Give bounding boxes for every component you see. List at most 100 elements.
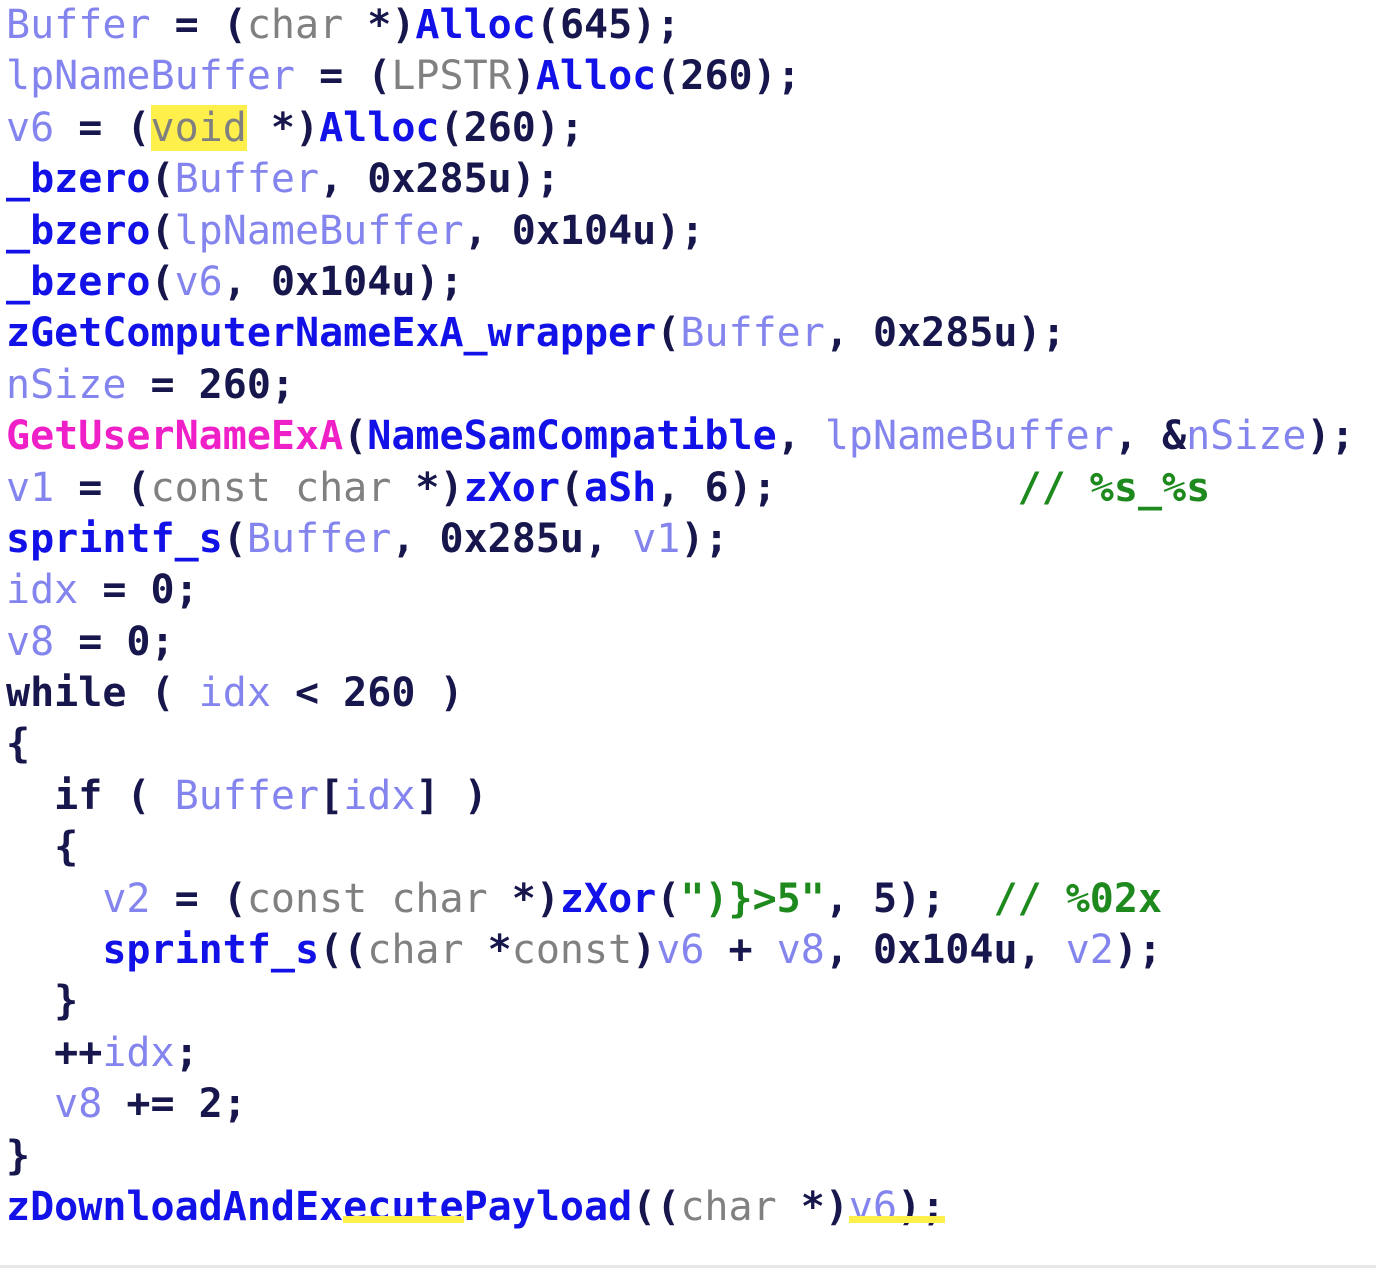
code-token[interactable]: char [367,927,463,973]
code-token[interactable]: , & [1114,413,1186,459]
code-token[interactable]: 5 [873,876,897,922]
code-token[interactable]: ( [656,310,680,356]
code-token[interactable]: *) [488,876,560,922]
code-token[interactable]: Buffer [175,156,320,202]
code-token[interactable]: (( [632,1184,680,1230]
code-token[interactable]: char [247,2,343,48]
code-token[interactable]: _bzero [6,156,151,202]
code-token[interactable]: LPSTR [391,53,511,99]
code-token[interactable]: *) [343,2,415,48]
code-token[interactable]: , [464,208,512,254]
code-token[interactable]: 0x285u [873,310,1018,356]
code-token[interactable]: ); [656,208,704,254]
decompiler-code-view[interactable]: Buffer = (char *)Alloc(645); lpNameBuffer… [0,0,1376,1268]
code-token[interactable]: char [680,1184,776,1230]
code-token[interactable]: *) [391,465,463,511]
code-token[interactable]: idx [343,773,415,819]
code-token[interactable]: ); [729,465,777,511]
code-token[interactable]: 260 [343,670,415,716]
code-token[interactable]: = [54,465,126,511]
code-token[interactable]: += [102,1081,198,1127]
code-token[interactable]: 2 [199,1081,223,1127]
code-line[interactable]: Buffer = (char *)Alloc(645); [0,0,1376,51]
code-line[interactable]: } [0,1131,1376,1182]
code-token[interactable]: ( [223,516,247,562]
code-token[interactable]: 0 [126,619,150,665]
code-token[interactable]: zDownloadAndEx [6,1184,343,1230]
code-token[interactable]: sprintf_s [102,927,319,973]
code-token[interactable]: ( [102,773,174,819]
code-token[interactable]: ); [897,876,945,922]
code-token[interactable]: 260 [199,362,271,408]
code-token[interactable]: idx [199,670,271,716]
code-token[interactable]: while [6,670,126,716]
code-token[interactable]: idx [102,1030,174,1076]
code-line[interactable]: lpNameBuffer = (LPSTR)Alloc(260); [0,51,1376,102]
code-token[interactable]: ( [223,2,247,48]
code-line[interactable]: _bzero(lpNameBuffer, 0x104u); [0,206,1376,257]
code-token[interactable]: ; [175,567,199,613]
code-token[interactable]: ( [126,105,150,151]
code-token[interactable]: v6 [656,927,704,973]
code-token[interactable]: ( [536,2,560,48]
code-token[interactable]: aSh [584,465,656,511]
code-token[interactable]: lpNameBuffer [825,413,1114,459]
code-token[interactable]: ; [175,1030,199,1076]
code-token[interactable]: < [271,670,343,716]
code-token[interactable]: , [391,516,439,562]
code-token[interactable]: GetUserNameExA [6,413,343,459]
code-token[interactable]: ecute [343,1184,463,1230]
code-token[interactable]: v1 [6,465,54,511]
code-token[interactable]: , [656,465,704,511]
code-token[interactable]: 645 [560,2,632,48]
code-line[interactable]: _bzero(Buffer, 0x285u); [0,154,1376,205]
code-token[interactable]: 0 [151,567,175,613]
code-token[interactable]: ( [656,876,680,922]
code-token[interactable]: 260 [464,105,536,151]
code-token[interactable]: + [704,927,776,973]
code-token[interactable]: Alloc [319,105,439,151]
code-token[interactable]: v6 [849,1184,897,1230]
code-token[interactable]: Buffer [6,2,151,48]
code-token[interactable]: = [54,619,126,665]
code-token[interactable]: ; [223,1081,247,1127]
code-token[interactable]: ( [656,53,680,99]
code-token[interactable]: lpNameBuffer [175,208,464,254]
code-token[interactable]: * [464,927,512,973]
code-token[interactable]: ; [151,619,175,665]
code-token[interactable]: ( [343,413,367,459]
code-line[interactable]: idx = 0; [0,565,1376,616]
code-token[interactable]: 0x285u [367,156,512,202]
code-token[interactable]: Alloc [415,2,535,48]
code-line[interactable]: if ( Buffer[idx] ) [0,771,1376,822]
code-token[interactable]: v8 [54,1081,102,1127]
code-token[interactable]: 0x104u [271,259,416,305]
code-token[interactable]: , [777,413,825,459]
code-line[interactable]: sprintf_s(Buffer, 0x285u, v1); [0,514,1376,565]
code-token[interactable]: , [1018,927,1066,973]
code-token[interactable]: zXor [464,465,560,511]
code-token[interactable]: ); [632,2,680,48]
code-line[interactable]: zDownloadAndExecutePayload((char *)v6); [0,1182,1376,1233]
code-token[interactable]: ); [512,156,560,202]
code-token[interactable]: = [126,362,198,408]
code-token[interactable]: Buffer [680,310,825,356]
code-token[interactable]: ( [151,208,175,254]
code-token[interactable]: 0x285u [440,516,585,562]
code-token[interactable]: *) [247,105,319,151]
code-token[interactable]: ( [440,105,464,151]
code-token[interactable]: [ [319,773,343,819]
code-token[interactable]: nSize [6,362,126,408]
code-token[interactable]: v6 [175,259,223,305]
code-line[interactable]: { [0,719,1376,770]
code-token[interactable]: (( [319,927,367,973]
code-token[interactable]: ( [151,259,175,305]
code-token[interactable]: ( [126,670,198,716]
code-token[interactable]: Alloc [536,53,656,99]
code-token[interactable]: 260 [680,53,752,99]
code-token[interactable]: ( [367,53,391,99]
code-line[interactable]: { [0,822,1376,873]
code-token[interactable] [6,876,102,922]
code-line[interactable]: GetUserNameExA(NameSamCompatible, lpName… [0,411,1376,462]
code-token[interactable]: ) [512,53,536,99]
